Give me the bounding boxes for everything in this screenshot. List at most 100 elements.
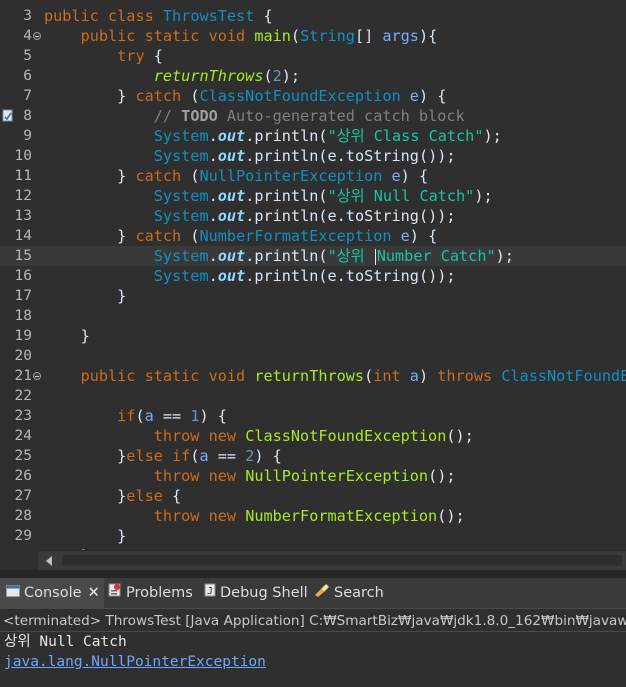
- code-line[interactable]: 13 System.out.println(e.toString());: [0, 206, 626, 226]
- debug-shell-icon: J: [204, 578, 216, 608]
- code-line[interactable]: 19 }: [0, 326, 626, 346]
- code-line[interactable]: 25 }else if(a == 2) {: [0, 446, 626, 466]
- panel-divider[interactable]: [0, 570, 626, 578]
- exception-link[interactable]: java.lang.NullPointerException: [4, 652, 266, 672]
- code-text: if(a == 1) {: [117, 407, 227, 425]
- line-number: 26: [14, 468, 32, 484]
- line-number: 28: [14, 508, 32, 524]
- code-line[interactable]: 5 try {: [0, 46, 626, 66]
- line-number: 6: [23, 68, 32, 84]
- code-line[interactable]: 26 throw new NullPointerException();: [0, 466, 626, 486]
- code-line[interactable]: 29 }: [0, 526, 626, 546]
- code-line[interactable]: 22: [0, 386, 626, 406]
- line-number: 5: [23, 48, 32, 64]
- code-text: }else if(a == 2) {: [44, 447, 282, 465]
- code-text: }: [44, 527, 127, 545]
- code-text: public static void main(String[] args){: [80, 27, 438, 45]
- fold-collapse-icon[interactable]: [33, 32, 41, 40]
- line-number: 22: [14, 388, 32, 404]
- line-number: 25: [14, 448, 32, 464]
- scroll-left-arrow-icon[interactable]: [46, 556, 52, 566]
- code-text: System.out.println("상위 Number Catch");: [153, 247, 514, 265]
- code-line[interactable]: 28 throw new NumberFormatException();: [0, 506, 626, 526]
- tab-search[interactable]: Search: [314, 578, 384, 608]
- line-number: 18: [14, 308, 32, 324]
- code-text: }: [44, 287, 127, 305]
- code-text: try {: [117, 47, 163, 65]
- task-marker-icon[interactable]: [2, 108, 14, 122]
- code-line[interactable]: 14 } catch (NumberFormatException e) {: [0, 226, 626, 246]
- console-status-header: <terminated> ThrowsTest [Java Applicatio…: [0, 608, 626, 632]
- fold-collapse-icon[interactable]: [33, 372, 41, 380]
- line-number: 3: [23, 8, 32, 24]
- console-icon: [6, 578, 20, 608]
- line-number: 23: [14, 408, 32, 424]
- line-number: 12: [14, 188, 32, 204]
- code-editor[interactable]: 3 public class ThrowsTest {4 public stati…: [0, 0, 626, 550]
- code-text: System.out.println("상위 Class Catch");: [153, 127, 502, 145]
- line-number: 7: [23, 88, 32, 104]
- code-text: } catch (NumberFormatException e) {: [44, 227, 438, 245]
- line-number: 15: [14, 248, 32, 264]
- code-text: } catch (ClassNotFoundException e) {: [44, 87, 447, 105]
- tab-debug-shell-label: Debug Shell: [220, 585, 308, 601]
- code-line[interactable]: 8 // TODO Auto-generated catch block: [0, 106, 626, 126]
- code-line[interactable]: 10 System.out.println(e.toString());: [0, 146, 626, 166]
- console-output[interactable]: 상위 Null Catch java.lang.NullPointerExcep…: [0, 632, 626, 687]
- code-text: throw new ClassNotFoundException();: [153, 427, 474, 445]
- tab-debug-shell[interactable]: J Debug Shell: [204, 578, 308, 608]
- code-text: System.out.println(e.toString());: [153, 147, 456, 165]
- code-text: }: [44, 327, 90, 345]
- close-icon[interactable]: ✕: [88, 578, 100, 608]
- code-text: throw new NumberFormatException();: [153, 507, 465, 525]
- line-number: 24: [14, 428, 32, 444]
- code-line[interactable]: 9 System.out.println("상위 Class Catch");: [0, 126, 626, 146]
- code-line[interactable]: 6 returnThrows(2);: [0, 66, 626, 86]
- text-cursor: [374, 248, 376, 265]
- code-line[interactable]: 23 if(a == 1) {: [0, 406, 626, 426]
- code-line[interactable]: 18: [0, 306, 626, 326]
- code-line[interactable]: 20: [0, 346, 626, 366]
- code-text: }else {: [44, 487, 182, 505]
- code-line[interactable]: 7 } catch (ClassNotFoundException e) {: [0, 86, 626, 106]
- line-number: 21: [14, 368, 32, 384]
- code-line[interactable]: 24 throw new ClassNotFoundException();: [0, 426, 626, 446]
- tab-search-label: Search: [334, 585, 384, 601]
- code-text: System.out.println("상위 Null Catch");: [153, 187, 493, 205]
- scrollbar-thumb[interactable]: [62, 555, 622, 566]
- code-text: returnThrows(2);: [153, 67, 301, 85]
- line-number: 9: [23, 128, 32, 144]
- horizontal-scrollbar[interactable]: [38, 550, 626, 571]
- code-line[interactable]: 27 }else {: [0, 486, 626, 506]
- tab-console-label: Console: [24, 585, 82, 601]
- search-icon: [314, 578, 330, 608]
- code-line[interactable]: 21 public static void returnThrows(int a…: [0, 366, 626, 386]
- line-number: 11: [14, 168, 32, 184]
- line-number: 19: [14, 328, 32, 344]
- line-number: 16: [14, 268, 32, 284]
- tab-problems-label: Problems: [126, 585, 193, 601]
- line-number: 27: [14, 488, 32, 504]
- code-text: public class ThrowsTest {: [44, 7, 273, 25]
- code-text: public static void returnThrows(int a) t…: [80, 367, 626, 385]
- code-line[interactable]: 3 public class ThrowsTest {: [0, 6, 626, 26]
- tab-console[interactable]: Console ✕: [0, 578, 104, 608]
- code-text: System.out.println(e.toString());: [153, 207, 456, 225]
- line-number: 17: [14, 288, 32, 304]
- line-number: 4: [23, 28, 32, 44]
- code-text: // TODO Auto-generated catch block: [153, 107, 465, 125]
- tab-problems[interactable]: Problems: [108, 578, 193, 608]
- code-line[interactable]: 11 } catch (NullPointerException e) {: [0, 166, 626, 186]
- line-number: 20: [14, 348, 32, 364]
- view-tab-bar: Console ✕ Problems J Debug Shell Search: [0, 578, 626, 608]
- code-text: throw new NullPointerException();: [153, 467, 456, 485]
- line-number: 14: [14, 228, 32, 244]
- problems-icon: [108, 578, 122, 608]
- code-line[interactable]: 4 public static void main(String[] args)…: [0, 26, 626, 46]
- line-number: 13: [14, 208, 32, 224]
- code-line[interactable]: 16 System.out.println(e.toString());: [0, 266, 626, 286]
- code-line[interactable]: 12 System.out.println("상위 Null Catch");: [0, 186, 626, 206]
- code-line[interactable]: 17 }: [0, 286, 626, 306]
- code-line[interactable]: 15 System.out.println("상위 Number Catch")…: [0, 246, 626, 266]
- line-number: 10: [14, 148, 32, 164]
